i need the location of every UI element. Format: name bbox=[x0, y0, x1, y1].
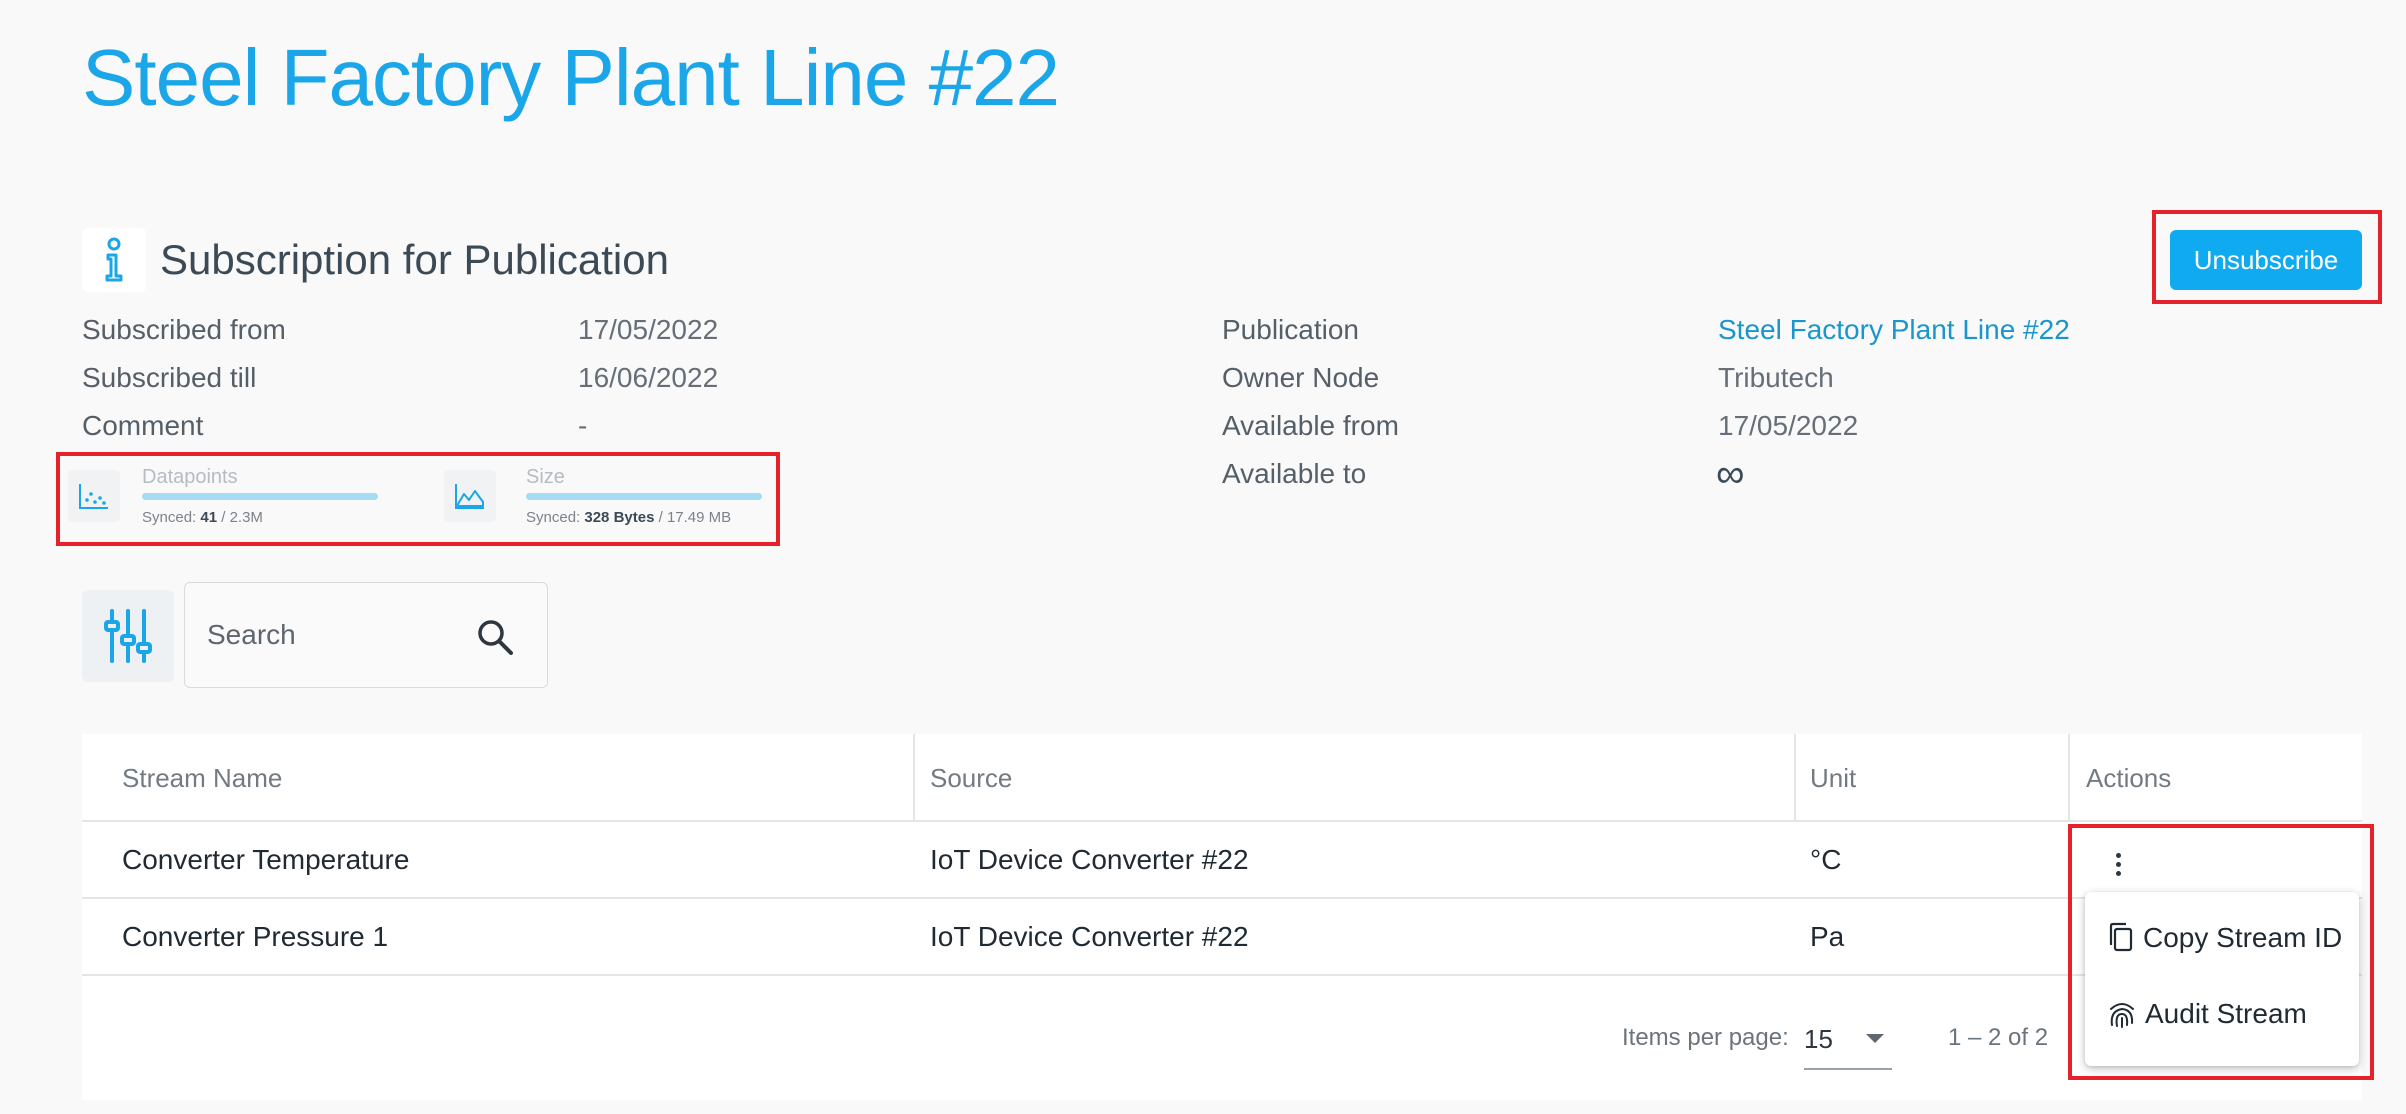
unit-cell: °C bbox=[1810, 844, 1842, 875]
section-title: Subscription for Publication bbox=[160, 236, 669, 283]
row-divider bbox=[82, 974, 2362, 976]
menu-item-audit-stream[interactable]: Audit Stream bbox=[2107, 998, 2307, 1030]
size-progress-bar bbox=[526, 493, 762, 500]
datapoints-progress-bar bbox=[142, 493, 378, 500]
items-per-page-label: Items per page: bbox=[1622, 1024, 1789, 1051]
publication-label: Publication bbox=[1222, 314, 1359, 345]
chevron-down-icon bbox=[1866, 1034, 1884, 1043]
page-size-select[interactable]: 15 bbox=[1804, 1024, 1892, 1072]
datapoints-label: Datapoints bbox=[142, 466, 238, 488]
datapoints-synced-text: Synced: 41 / 2.3M bbox=[142, 509, 263, 526]
header-divider bbox=[82, 820, 2362, 822]
stream-name-cell: Converter Temperature bbox=[122, 844, 410, 875]
subscribed-from-label: Subscribed from bbox=[82, 314, 286, 345]
search-box bbox=[184, 582, 548, 688]
comment-label: Comment bbox=[82, 410, 204, 441]
owner-node-value: Tributech bbox=[1718, 362, 1834, 393]
search-icon[interactable] bbox=[475, 617, 515, 657]
unit-cell: Pa bbox=[1810, 921, 1845, 952]
row-divider bbox=[82, 897, 2362, 899]
size-synced-text: Synced: 328 Bytes / 17.49 MB bbox=[526, 509, 732, 526]
row-actions-menu: Copy Stream ID Audit Stream bbox=[2085, 892, 2359, 1066]
column-divider bbox=[2068, 734, 2070, 822]
streams-table: Stream Name Source Unit Actions Converte… bbox=[82, 734, 2362, 1100]
page-range-label: 1 – 2 of 2 bbox=[1948, 1024, 2049, 1051]
section-header: Subscription for Publication bbox=[82, 228, 669, 292]
copy-icon bbox=[2109, 922, 2133, 952]
publication-link[interactable]: Steel Factory Plant Line #22 bbox=[1718, 314, 2070, 346]
column-header-stream-name[interactable]: Stream Name bbox=[122, 734, 282, 822]
more-vert-icon[interactable] bbox=[2106, 844, 2130, 884]
scatter-chart-icon bbox=[68, 470, 120, 522]
stream-name-cell: Converter Pressure 1 bbox=[122, 921, 389, 952]
subscribed-from-value: 17/05/2022 bbox=[578, 314, 719, 345]
page-title: Steel Factory Plant Line #22 bbox=[82, 33, 1060, 122]
column-header-actions: Actions bbox=[2086, 763, 2172, 793]
available-from-label: Available from bbox=[1222, 410, 1399, 441]
available-to-label: Available to bbox=[1222, 458, 1367, 489]
subscribed-till-label: Subscribed till bbox=[82, 362, 257, 393]
size-label: Size bbox=[526, 466, 565, 488]
column-header-unit[interactable]: Unit bbox=[1810, 734, 1856, 822]
column-divider bbox=[913, 734, 915, 822]
source-cell: IoT Device Converter #22 bbox=[930, 844, 1249, 875]
filter-button[interactable] bbox=[82, 590, 174, 682]
comment-value: - bbox=[578, 410, 588, 441]
menu-item-copy-stream-id[interactable]: Copy Stream ID bbox=[2107, 922, 2342, 954]
menu-item-label: Copy Stream ID bbox=[2143, 922, 2343, 953]
search-input[interactable] bbox=[207, 613, 467, 657]
tune-icon bbox=[104, 609, 152, 663]
available-from-value: 17/05/2022 bbox=[1718, 410, 1859, 441]
info-icon bbox=[82, 228, 146, 292]
subscribed-till-value: 16/06/2022 bbox=[578, 362, 719, 393]
available-to-value: ∞ bbox=[1716, 452, 1745, 496]
area-chart-icon bbox=[444, 470, 496, 522]
column-header-source[interactable]: Source bbox=[930, 734, 1012, 822]
fingerprint-icon bbox=[2110, 1003, 2134, 1028]
owner-node-label: Owner Node bbox=[1222, 362, 1380, 393]
source-cell: IoT Device Converter #22 bbox=[930, 921, 1249, 952]
menu-item-label: Audit Stream bbox=[2145, 998, 2307, 1029]
select-underline bbox=[1804, 1068, 1892, 1070]
page-size-value: 15 bbox=[1804, 1024, 1833, 1054]
column-divider bbox=[1794, 734, 1796, 822]
unsubscribe-button[interactable]: Unsubscribe bbox=[2170, 230, 2362, 290]
